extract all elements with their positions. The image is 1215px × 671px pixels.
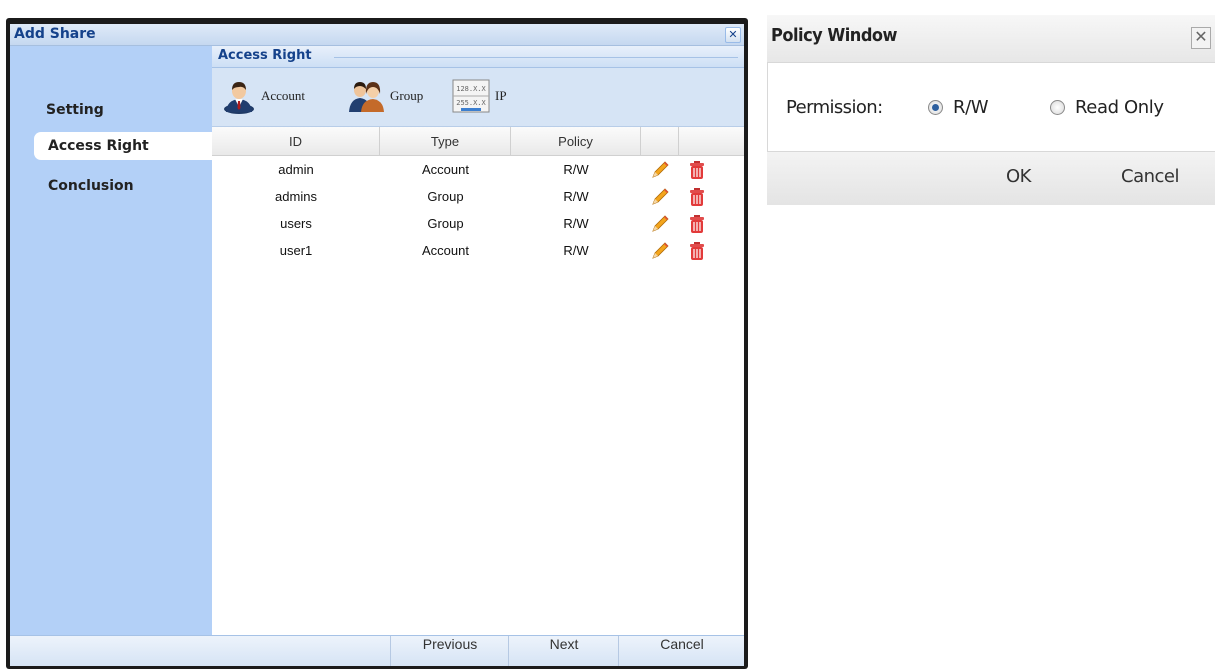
cell-id: users (280, 216, 312, 231)
pencil-icon[interactable] (641, 237, 679, 264)
trash-icon[interactable] (679, 183, 714, 210)
sidebar-item-label: Setting (46, 102, 104, 118)
sidebar-item-label: Access Right (48, 138, 149, 154)
cell-id: user1 (279, 243, 313, 258)
add-account-button[interactable]: Account (222, 78, 305, 114)
policy-window: Policy Window ✕ Permission: R/W Read Onl… (767, 15, 1215, 205)
radio-selected-icon (928, 100, 943, 115)
add-group-label: Group (390, 88, 424, 103)
cell-policy: R/W (563, 162, 589, 177)
access-right-panel: Access Right Account Group 128.X.X 255.X… (212, 46, 744, 636)
table-row[interactable]: admin Account R/W (212, 156, 744, 183)
access-toolbar: Account Group 128.X.X 255.X.X IP (212, 68, 744, 127)
policy-window-title: Policy Window (771, 25, 898, 46)
table-row[interactable]: admins Group R/W (212, 183, 744, 210)
sidebar-item-access-right[interactable]: Access Right (34, 132, 212, 160)
add-ip-label: IP (495, 88, 507, 103)
cancel-button[interactable]: Cancel (1121, 166, 1179, 187)
add-share-title: Add Share (14, 26, 96, 42)
access-grid: ID Type Policy admin Account R/W admins … (212, 127, 744, 636)
sidebar-item-conclusion[interactable]: Conclusion (10, 172, 188, 200)
permission-rw-radio[interactable]: R/W (928, 97, 989, 118)
permission-label: Permission: (786, 97, 883, 118)
add-share-dialog: Add Share ✕ Setting Access Right Conclus… (6, 18, 748, 669)
cell-type: Account (422, 162, 469, 177)
ip-icon: 128.X.X 255.X.X (452, 79, 490, 113)
column-header-type[interactable]: Type (380, 127, 511, 155)
permission-read-only-radio[interactable]: Read Only (1050, 97, 1164, 118)
section-divider (334, 57, 738, 58)
cell-type: Group (427, 189, 464, 204)
cell-policy: R/W (563, 243, 589, 258)
add-account-label: Account (261, 88, 306, 103)
cell-policy: R/W (563, 189, 589, 204)
ip-icon-line2: 255.X.X (456, 99, 486, 107)
table-row[interactable]: users Group R/W (212, 210, 744, 237)
radio-label: Read Only (1075, 97, 1164, 118)
column-header-edit (641, 127, 679, 155)
section-header: Access Right (212, 46, 744, 68)
wizard-footer: Previous Next Cancel (10, 635, 744, 666)
cancel-button[interactable]: Cancel (618, 636, 744, 666)
cell-policy: R/W (563, 216, 589, 231)
trash-icon[interactable] (679, 156, 714, 183)
policy-window-body: Permission: R/W Read Only (767, 62, 1215, 152)
grid-header: ID Type Policy (212, 127, 744, 156)
column-header-delete (679, 127, 714, 155)
ok-button[interactable]: OK (1006, 166, 1031, 187)
radio-label: R/W (953, 97, 989, 118)
trash-icon[interactable] (679, 237, 714, 264)
next-button[interactable]: Next (508, 636, 619, 666)
account-icon (224, 82, 254, 114)
cell-type: Account (422, 243, 469, 258)
previous-button[interactable]: Previous (390, 636, 509, 666)
radio-unselected-icon (1050, 100, 1065, 115)
close-icon[interactable]: ✕ (1191, 27, 1211, 49)
add-ip-button[interactable]: 128.X.X 255.X.X IP (452, 78, 507, 114)
pencil-icon[interactable] (641, 156, 679, 183)
section-title: Access Right (218, 48, 312, 63)
add-share-titlebar[interactable]: Add Share ✕ (10, 24, 744, 46)
add-share-dialog-body: Add Share ✕ Setting Access Right Conclus… (10, 24, 744, 666)
policy-window-titlebar[interactable]: Policy Window ✕ (767, 15, 1215, 62)
cell-type: Group (427, 216, 464, 231)
sidebar-item-setting[interactable]: Setting (10, 96, 188, 124)
cell-id: admins (275, 189, 317, 204)
wizard-sidebar: Setting Access Right Conclusion (10, 46, 212, 636)
policy-window-footer: OK Cancel (767, 152, 1215, 205)
column-header-policy[interactable]: Policy (511, 127, 641, 155)
cell-id: admin (278, 162, 314, 177)
table-row[interactable]: user1 Account R/W (212, 237, 744, 264)
group-icon (349, 82, 384, 112)
ip-icon-line1: 128.X.X (456, 85, 486, 93)
pencil-icon[interactable] (641, 210, 679, 237)
trash-icon[interactable] (679, 210, 714, 237)
column-header-id[interactable]: ID (212, 127, 380, 155)
add-group-button[interactable]: Group (347, 78, 423, 114)
close-icon[interactable]: ✕ (725, 27, 741, 43)
sidebar-item-label: Conclusion (48, 178, 134, 194)
pencil-icon[interactable] (641, 183, 679, 210)
